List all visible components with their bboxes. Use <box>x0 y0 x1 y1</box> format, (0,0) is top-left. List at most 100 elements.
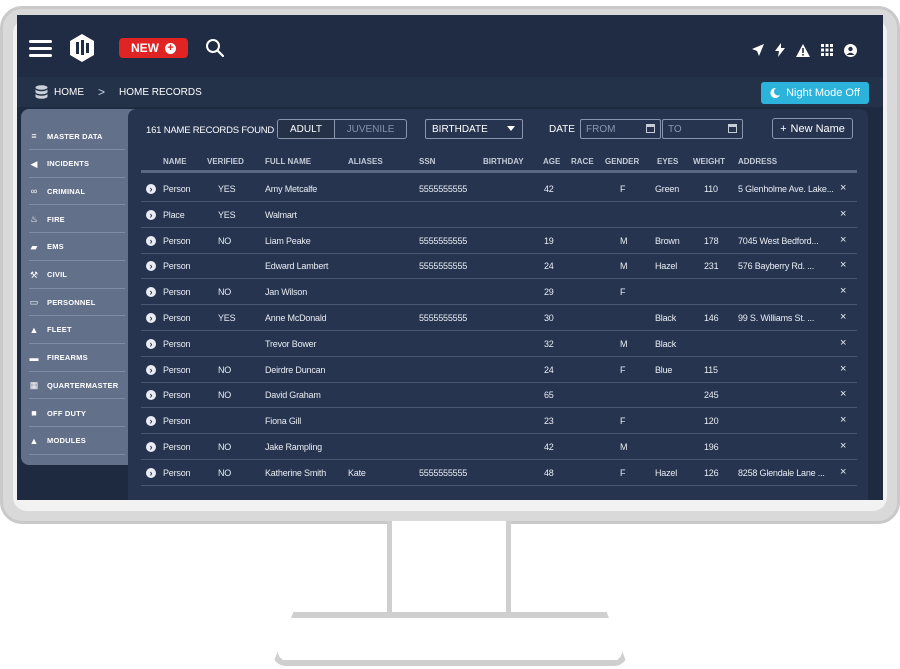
cell-address: 7045 West Bedford... <box>738 235 819 246</box>
breadcrumb-home[interactable]: HOME <box>54 87 84 98</box>
tab-adult[interactable]: ADULT <box>278 120 335 138</box>
search-icon[interactable] <box>205 38 225 58</box>
close-icon[interactable]: × <box>840 414 846 426</box>
cell-age: 42 <box>544 442 554 452</box>
close-icon[interactable]: × <box>840 285 846 297</box>
arrow-right-circle-icon[interactable]: › <box>146 338 156 349</box>
arrow-right-circle-icon[interactable]: › <box>146 287 156 298</box>
sidebar-item-master-data[interactable]: ≡ MASTER DATA <box>29 123 125 150</box>
close-icon[interactable]: × <box>840 440 846 452</box>
sidebar-item-fire[interactable]: ♨ FIRE <box>29 206 125 234</box>
date-label: DATE <box>549 124 575 135</box>
column-header-verified[interactable]: VERIFIED <box>207 157 244 166</box>
arrow-right-circle-icon[interactable]: › <box>146 209 156 220</box>
lightning-icon[interactable] <box>775 43 785 57</box>
close-icon[interactable]: × <box>840 388 846 400</box>
close-icon[interactable]: × <box>840 208 846 220</box>
arrow-right-circle-icon[interactable]: › <box>146 235 156 246</box>
cell-name: Person <box>163 442 191 452</box>
megaphone-icon: ◀ <box>30 158 38 169</box>
column-header-weight[interactable]: WEIGHT <box>693 157 725 166</box>
date-to-input[interactable]: TO <box>662 119 743 139</box>
column-header-address[interactable]: ADDRESS <box>738 157 777 166</box>
arrow-right-circle-icon[interactable]: › <box>146 364 156 375</box>
sidebar-item-label: PERSONNEL <box>47 297 96 307</box>
arrow-right-circle-icon[interactable]: › <box>146 416 156 427</box>
close-icon[interactable]: × <box>840 234 846 246</box>
sidebar-item-off-duty[interactable]: ■ OFF DUTY <box>29 400 125 427</box>
sidebar-item-firearms[interactable]: ▬ FIREARMS <box>29 345 125 372</box>
table-row[interactable]: › Person NO Jake Rampling 42 M 196 × <box>141 434 857 460</box>
close-icon[interactable]: × <box>840 259 846 271</box>
tab-juvenile[interactable]: JUVENILE <box>335 120 406 138</box>
column-header-ssn[interactable]: SSN <box>419 157 435 166</box>
cell-full-name: Jan Wilson <box>265 287 308 298</box>
user-icon[interactable] <box>844 43 857 57</box>
cell-eyes: Hazel <box>655 261 678 272</box>
plus-icon: + <box>780 122 787 135</box>
calendar-icon[interactable] <box>646 124 655 133</box>
new-name-button[interactable]: + New Name <box>772 118 853 139</box>
cell-ssn: 5555555555 <box>419 235 468 246</box>
sidebar-item-criminal[interactable]: ∞ CRIMINAL <box>29 178 125 206</box>
cell-verified: YES <box>218 184 236 194</box>
cell-eyes: Blue <box>655 364 673 375</box>
table-row[interactable]: › Person NO Deirdre Duncan 24 F Blue 115 × <box>141 357 857 383</box>
cell-weight: 245 <box>704 390 719 401</box>
close-icon[interactable]: × <box>840 337 846 349</box>
close-icon[interactable]: × <box>840 182 846 194</box>
arrow-right-circle-icon[interactable]: › <box>146 467 156 478</box>
records-panel: 161 NAME RECORDS FOUND ADULT JUVENILE BI… <box>128 109 868 500</box>
column-header-full-name[interactable]: FULL NAME <box>265 157 311 166</box>
date-from-input[interactable]: FROM <box>580 119 661 139</box>
table-row[interactable]: › Person Fiona Gill 23 F 120 × <box>141 408 857 435</box>
sidebar-item-modules[interactable]: ▲ MODULES <box>29 428 125 455</box>
arrow-right-circle-icon[interactable]: › <box>146 261 156 272</box>
arrow-right-circle-icon[interactable]: › <box>146 184 156 194</box>
close-icon[interactable]: × <box>840 311 846 323</box>
cell-age: 23 <box>544 416 554 427</box>
table-row[interactable]: › Person NO David Graham 65 245 × <box>141 382 857 409</box>
arrow-right-circle-icon[interactable]: › <box>146 390 156 401</box>
cell-gender: M <box>620 261 628 272</box>
sidebar-item-incidents[interactable]: ◀ INCIDENTS <box>29 151 125 178</box>
column-header-birthday[interactable]: BIRTHDAY <box>483 157 524 166</box>
cell-full-name: Trevor Bower <box>265 338 317 349</box>
table-row[interactable]: › Person NO Katherine Smith Kate 5555555555 48… <box>141 460 857 486</box>
column-header-name[interactable]: NAME <box>163 157 187 166</box>
table-row[interactable]: › Person YES Anne McDonald 5555555555 30 Black… <box>141 305 857 331</box>
calendar-icon[interactable] <box>728 124 737 133</box>
cell-weight: 146 <box>704 313 719 323</box>
sidebar-item-ems[interactable]: ▰ EMS <box>29 234 125 261</box>
night-mode-button[interactable]: Night Mode Off <box>761 82 869 104</box>
menu-icon[interactable] <box>29 40 52 57</box>
column-header-age[interactable]: AGE <box>543 157 560 166</box>
breadcrumb-bar: HOME > HOME RECORDS <box>17 77 883 107</box>
sidebar-item-personnel[interactable]: ▭ PERSONNEL <box>29 289 125 317</box>
gun-icon: ▬ <box>29 352 39 363</box>
table-row[interactable]: › Person Edward Lambert 5555555555 24 M Hazel 2… <box>141 253 857 280</box>
close-icon[interactable]: × <box>840 363 846 375</box>
table-row[interactable]: › Person YES Amy Metcalfe 5555555555 42 F Green… <box>141 176 857 202</box>
gavel-icon: ⚒ <box>29 269 39 280</box>
arrow-right-circle-icon[interactable]: › <box>146 442 156 452</box>
column-header-gender[interactable]: GENDER <box>605 157 639 166</box>
table-row[interactable]: › Person NO Liam Peake 5555555555 19 M Brown 178… <box>141 228 857 254</box>
cell-ssn: 5555555555 <box>419 184 468 194</box>
table-row[interactable]: › Place YES Walmart × <box>141 202 857 228</box>
arrow-right-circle-icon[interactable]: › <box>146 313 156 323</box>
sort-select[interactable]: BIRTHDATE <box>425 119 523 139</box>
close-icon[interactable]: × <box>840 466 846 478</box>
column-header-race[interactable]: RACE <box>571 157 594 166</box>
column-header-eyes[interactable]: EYES <box>657 157 678 166</box>
sidebar-item-fleet[interactable]: ▲ FLEET <box>29 317 125 344</box>
table-row[interactable]: › Person Trevor Bower 32 M Black × <box>141 331 857 357</box>
table-row[interactable]: › Person NO Jan Wilson 29 F × <box>141 279 857 306</box>
sidebar-item-civil[interactable]: ⚒ CIVIL <box>29 262 125 289</box>
sidebar-item-quartermaster[interactable]: ▦ QUARTERMASTER <box>29 372 125 400</box>
apps-grid-icon[interactable] <box>821 44 833 56</box>
warning-icon[interactable] <box>796 43 810 57</box>
column-header-aliases[interactable]: ALIASES <box>348 157 383 166</box>
location-arrow-icon[interactable] <box>752 44 764 56</box>
new-button[interactable]: NEW + <box>119 38 188 58</box>
